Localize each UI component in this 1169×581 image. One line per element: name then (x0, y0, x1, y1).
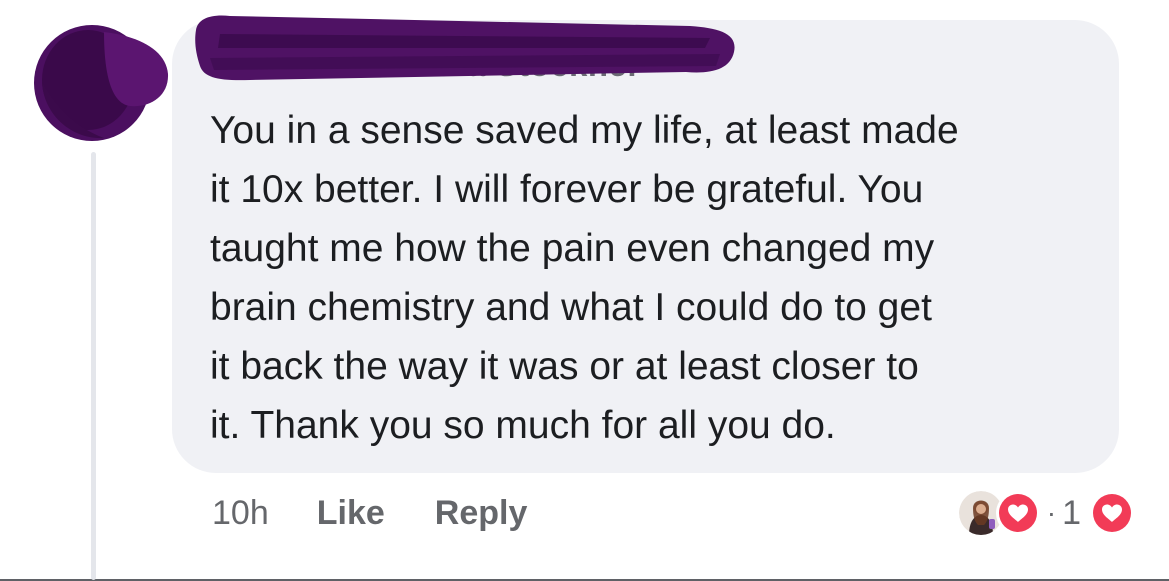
reactions-summary[interactable]: · 1 (958, 487, 1135, 539)
name-redaction (190, 8, 750, 89)
comment-screenshot: Jennifer Fontana Stockner You in a sense… (0, 0, 1169, 581)
reaction-separator: · (1046, 497, 1057, 528)
thread-line (91, 152, 96, 580)
like-button[interactable]: Like (317, 494, 385, 533)
reaction-count: 1 (1062, 493, 1081, 532)
comment-actions: 10h Like Reply (212, 488, 577, 538)
heart-reaction-icon (995, 490, 1041, 536)
comment-timestamp[interactable]: 10h (212, 494, 269, 533)
reply-button[interactable]: Reply (435, 494, 528, 533)
commenter-avatar[interactable] (34, 22, 170, 142)
heart-icon (1089, 490, 1135, 536)
comment-text: You in a sense saved my life, at least m… (210, 109, 959, 447)
